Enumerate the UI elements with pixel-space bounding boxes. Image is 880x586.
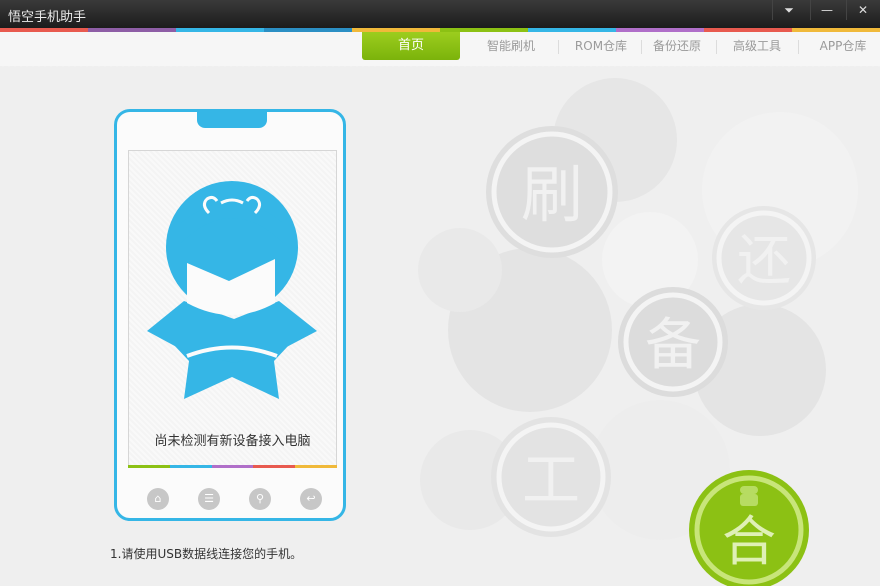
- wukong-logo-icon: [147, 181, 317, 399]
- search-icon: ⚲: [255, 492, 265, 505]
- restore-feature-circle: 还: [712, 206, 816, 310]
- flash-char: 刷: [521, 158, 583, 231]
- phone-screen: 尚未检测有新设备接入电脑: [128, 150, 337, 466]
- tools-feature-circle: 工: [491, 417, 611, 537]
- device-status-message: 尚未检测有新设备接入电脑: [154, 434, 311, 449]
- phone-mockup: 尚未检测有新设备接入电脑 ⌂ ☰ ⚲ ↩: [114, 109, 346, 521]
- android-icon: [740, 486, 758, 506]
- backup-char: 备: [645, 313, 701, 378]
- connect-instruction: 1.请使用USB数据线连接您的手机。: [110, 547, 303, 561]
- tools-char: 工: [522, 446, 580, 514]
- home-icon: ⌂: [154, 492, 162, 505]
- flash-feature-circle: 刷: [486, 126, 618, 258]
- back-button[interactable]: ↩: [300, 488, 322, 510]
- back-icon: ↩: [306, 492, 316, 505]
- restore-char: 还: [737, 229, 791, 292]
- phone-notch: [197, 111, 267, 128]
- screen-color-stripe: [128, 465, 337, 468]
- backup-feature-circle: 备: [618, 287, 728, 397]
- home-button[interactable]: ⌂: [147, 488, 169, 510]
- combine-char: 合: [722, 510, 776, 573]
- menu-icon: ☰: [204, 492, 214, 505]
- search-button[interactable]: ⚲: [249, 488, 271, 510]
- combine-feature-circle[interactable]: 合: [689, 470, 809, 586]
- menu-button[interactable]: ☰: [198, 488, 220, 510]
